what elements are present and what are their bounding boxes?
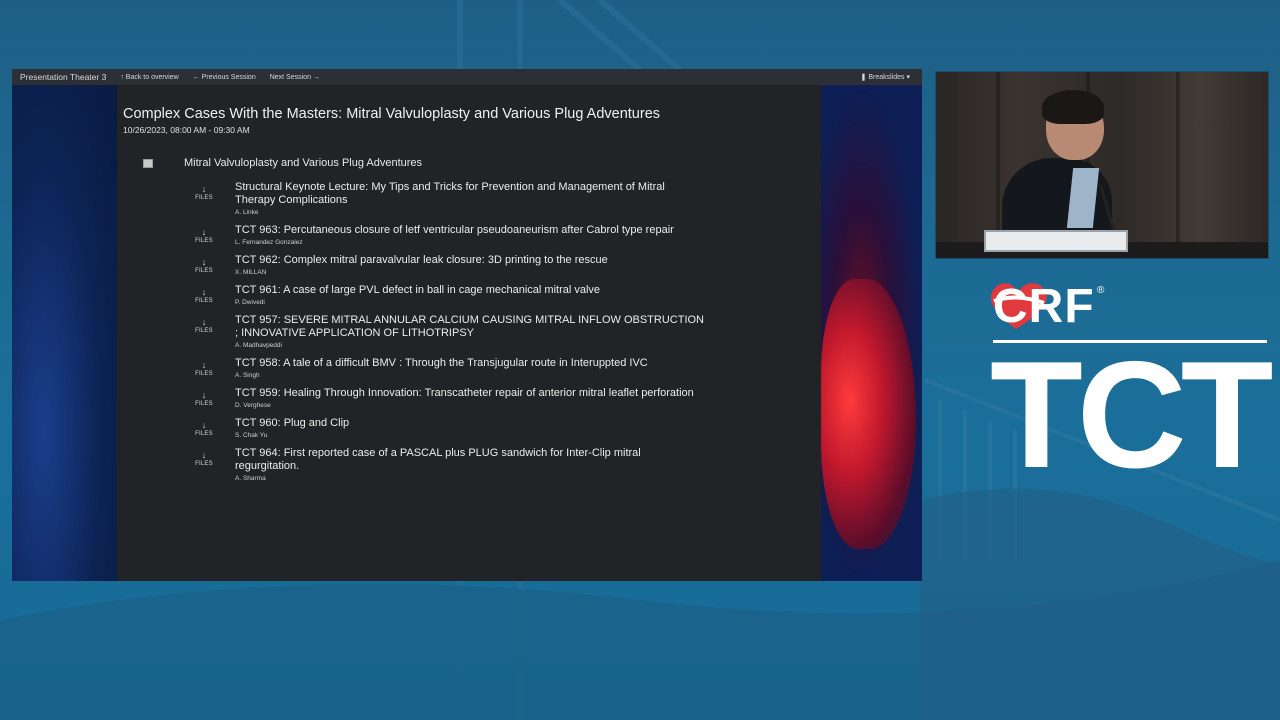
talk-author: P. Dwivedi <box>235 299 265 306</box>
files-label: FILES <box>195 238 213 244</box>
talk-title[interactable]: TCT 957: SEVERE MITRAL ANNULAR CALCIUM C… <box>235 314 705 340</box>
talk-title[interactable]: TCT 961: A case of large PVL defect in b… <box>235 284 705 297</box>
slide-background-left <box>12 85 117 581</box>
talk-author: X. MILLAN <box>235 269 267 276</box>
files-label: FILES <box>195 461 213 467</box>
talk-row[interactable]: ↓ FILES TCT 957: SEVERE MITRAL ANNULAR CAL… <box>117 314 821 349</box>
talk-author: D. Verghese <box>235 402 271 409</box>
download-arrow-icon: ↓ <box>201 317 207 327</box>
talk-author: L. Fernandez Gonzalez <box>235 239 303 246</box>
talk-row[interactable]: ↓ FILES TCT 959: Healing Through Innovatio… <box>117 387 821 409</box>
download-arrow-icon: ↓ <box>201 450 207 460</box>
download-arrow-icon: ↓ <box>201 227 207 237</box>
breakslides-dropdown[interactable]: ❚ Breakslides ▾ <box>861 73 910 81</box>
files-download-button[interactable]: ↓ FILES <box>173 181 235 202</box>
session-navbar: Presentation Theater 3 ↑ Back to overvie… <box>12 69 922 85</box>
files-download-button[interactable]: ↓ FILES <box>173 254 235 275</box>
talk-title[interactable]: TCT 964: First reported case of a PASCAL… <box>235 447 705 473</box>
files-download-button[interactable]: ↓ FILES <box>173 357 235 378</box>
talk-author: S. Chak Yu <box>235 432 268 439</box>
talk-row[interactable]: ↓ FILES TCT 960: Plug and Clip S. Chak Yu <box>117 417 821 439</box>
files-download-button[interactable]: ↓ FILES <box>173 284 235 305</box>
files-download-button[interactable]: ↓ FILES <box>173 224 235 245</box>
talk-row[interactable]: ↓ FILES TCT 962: Complex mitral paravalvul… <box>117 254 821 276</box>
files-label: FILES <box>195 401 213 407</box>
session-content: Complex Cases With the Masters: Mitral V… <box>117 85 821 581</box>
files-label: FILES <box>195 268 213 274</box>
files-label: FILES <box>195 328 213 334</box>
talk-row[interactable]: ↓ FILES Structural Keynote Lecture: My Tip… <box>117 181 821 216</box>
download-arrow-icon: ↓ <box>201 390 207 400</box>
session-date: 10/26/2023, 08:00 AM - 09:30 AM <box>123 125 250 135</box>
download-arrow-icon: ↓ <box>201 420 207 430</box>
files-label: FILES <box>195 195 213 201</box>
download-arrow-icon: ↓ <box>201 184 207 194</box>
files-download-button[interactable]: ↓ FILES <box>173 314 235 335</box>
section-title: Mitral Valvuloplasty and Various Plug Ad… <box>184 157 423 169</box>
tct-wordmark: TCT <box>990 330 1273 500</box>
talk-title[interactable]: TCT 958: A tale of a difficult BMV : Thr… <box>235 357 705 370</box>
back-to-overview-link[interactable]: ↑ Back to overview <box>120 74 178 81</box>
files-label: FILES <box>195 431 213 437</box>
session-title: Complex Cases With the Masters: Mitral V… <box>123 106 661 122</box>
files-download-button[interactable]: ↓ FILES <box>173 417 235 438</box>
talk-row[interactable]: ↓ FILES TCT 964: First reported case of a … <box>117 447 821 482</box>
talk-author: A. Sharma <box>235 475 266 482</box>
talk-row[interactable]: ↓ FILES TCT 961: A case of large PVL defec… <box>117 284 821 306</box>
talk-list: ↓ FILES Structural Keynote Lecture: My Tip… <box>117 181 821 482</box>
download-arrow-icon: ↓ <box>201 360 207 370</box>
crf-wordmark: CRF <box>993 280 1095 333</box>
files-download-button[interactable]: ↓ FILES <box>173 447 235 468</box>
files-label: FILES <box>195 371 213 377</box>
venue-label: Presentation Theater 3 <box>20 72 107 82</box>
talk-title[interactable]: TCT 959: Healing Through Innovation: Tra… <box>235 387 705 400</box>
files-label: FILES <box>195 298 213 304</box>
list-icon <box>143 159 153 168</box>
speaker-video <box>935 71 1269 259</box>
talk-author: A. Linke <box>235 209 259 216</box>
talk-row[interactable]: ↓ FILES TCT 958: A tale of a difficult BMV… <box>117 357 821 379</box>
podium-monitor <box>984 230 1128 252</box>
previous-session-link[interactable]: ← Previous Session <box>193 74 256 81</box>
talk-author: A. Singh <box>235 372 260 379</box>
download-arrow-icon: ↓ <box>201 287 207 297</box>
talk-author: A. Madhavpeddi <box>235 342 282 349</box>
talk-title[interactable]: Structural Keynote Lecture: My Tips and … <box>235 181 705 207</box>
talk-title[interactable]: TCT 960: Plug and Clip <box>235 417 705 430</box>
talk-title[interactable]: TCT 963: Percutaneous closure of letf ve… <box>235 224 705 237</box>
download-arrow-icon: ↓ <box>201 257 207 267</box>
registered-mark: ® <box>1097 285 1105 296</box>
talk-title[interactable]: TCT 962: Complex mitral paravalvular lea… <box>235 254 705 267</box>
next-session-link[interactable]: Next Session → <box>270 74 320 81</box>
slide-screen: Presentation Theater 3 ↑ Back to overvie… <box>12 69 922 581</box>
talk-row[interactable]: ↓ FILES TCT 963: Percutaneous closure of l… <box>117 224 821 246</box>
files-download-button[interactable]: ↓ FILES <box>173 387 235 408</box>
